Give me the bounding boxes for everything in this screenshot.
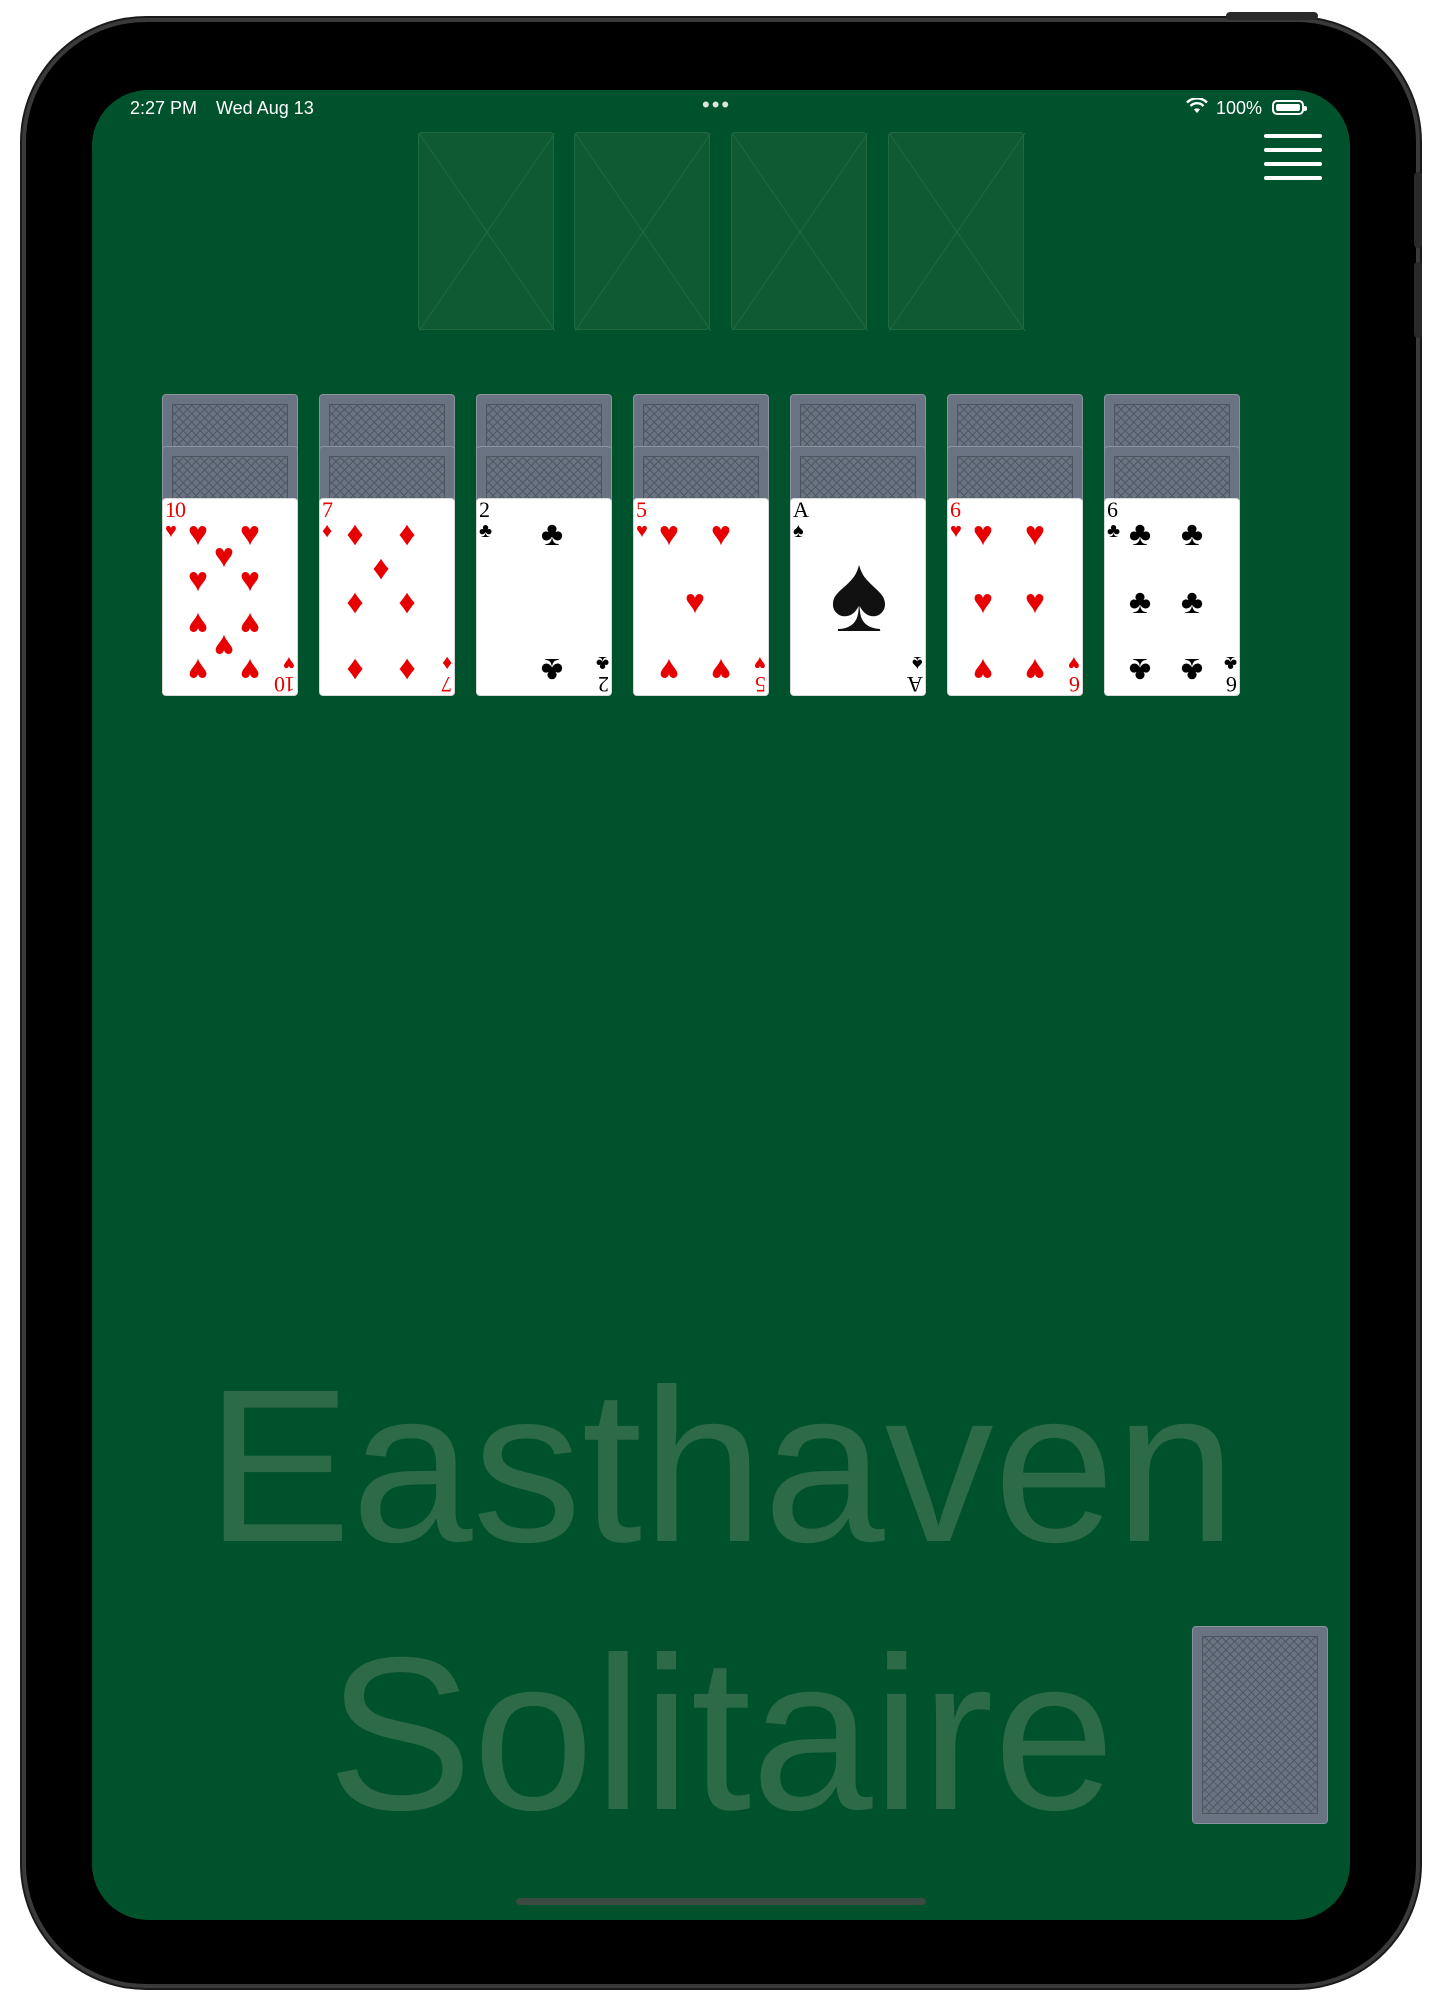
face-up-card[interactable]: 2 ♣ 2 ♣ ♣ ♣	[476, 497, 612, 697]
card-suit-bottom-icon: ♥	[754, 652, 766, 674]
card-pip-icon: ♥	[710, 515, 732, 553]
card-pip-icon: ♥	[972, 583, 994, 621]
card-rank-bottom: 6	[1070, 672, 1080, 697]
card-suit-bottom-icon: ♠	[912, 652, 923, 674]
card-rank-top: A	[793, 497, 809, 522]
card-pip-icon: ♥	[972, 515, 994, 553]
empty-slot-icon	[889, 133, 1025, 331]
card-rank-bottom: A	[908, 672, 923, 697]
card-suit-bottom-icon: ♥	[283, 652, 295, 674]
card-rank-bottom: 7	[442, 672, 452, 697]
card-rank-top: 7	[322, 497, 333, 522]
volume-up-button	[1414, 172, 1422, 248]
multitasking-dots[interactable]: •••	[702, 92, 731, 118]
card-suit-top-icon: ♠	[793, 520, 804, 542]
wifi-icon	[1186, 98, 1208, 113]
game-screen: 2:27 PM Wed Aug 13 ••• 100% 10 ♥ 10 ♥ ♥ ♥ ♥ ♥ ♥ ♥…	[92, 90, 1350, 1920]
card-back-pattern	[1202, 1636, 1318, 1814]
card-pip-icon: ♦	[346, 583, 364, 621]
card-pip-icon: ♥	[1024, 651, 1046, 689]
battery-icon	[1272, 100, 1307, 115]
card-pip-icon: ♥	[1024, 583, 1046, 621]
card-pip-icon: ♥	[1024, 515, 1046, 553]
face-up-card[interactable]: 6 ♥ 6 ♥ ♥ ♥ ♥ ♥ ♥ ♥	[947, 497, 1083, 697]
status-bar: 2:27 PM Wed Aug 13 ••• 100%	[92, 90, 1350, 130]
card-pip-icon: ♣	[1128, 651, 1152, 689]
card-pip-icon: ♣	[540, 515, 564, 553]
card-suit-top-icon: ♣	[1107, 520, 1121, 542]
foundation-slot[interactable]	[888, 132, 1025, 331]
status-date: Wed Aug 13	[216, 98, 314, 118]
status-time: 2:27 PM	[130, 98, 198, 118]
card-pip-icon: ♥	[710, 651, 732, 689]
face-up-card[interactable]: 10 ♥ 10 ♥ ♥ ♥ ♥ ♥ ♥ ♥ ♥ ♥ ♥ ♥	[162, 498, 298, 697]
face-up-card[interactable]: 6 ♣ 6 ♣ ♣ ♣ ♣ ♣ ♣ ♣	[1104, 497, 1240, 697]
card-pip-icon: ♦	[346, 515, 364, 553]
card-rank-top: 2	[479, 497, 490, 522]
watermark-line-1: Easthaven	[205, 1345, 1237, 1588]
card-suit-top-icon: ♥	[950, 520, 962, 542]
face-up-card[interactable]: 7 ♦ 7 ♦ ♦ ♦ ♦ ♦ ♦ ♦ ♦	[319, 497, 455, 697]
card-pip-icon: ♣	[1180, 515, 1204, 553]
card-pip-icon: ♥	[239, 651, 261, 689]
card-pip-icon: ♦	[372, 549, 390, 587]
stock-pile[interactable]	[1192, 1626, 1328, 1824]
card-pip-icon: ♥	[187, 651, 209, 689]
card-suit-bottom-icon: ♦	[441, 652, 452, 674]
card-pip-icon: ♣	[1180, 651, 1204, 689]
card-pip-icon: ♦	[398, 515, 416, 553]
foundation-slot[interactable]	[731, 132, 868, 331]
face-up-card[interactable]: A ♠ A ♠ ♠	[790, 497, 926, 697]
hamburger-menu-icon[interactable]	[1264, 134, 1326, 188]
face-up-card[interactable]: 5 ♥ 5 ♥ ♥ ♥ ♥ ♥ ♥	[633, 497, 769, 697]
empty-slot-icon	[575, 133, 711, 331]
card-suit-top-icon: ♥	[165, 520, 177, 542]
foundation-slot[interactable]	[574, 132, 711, 331]
empty-slot-icon	[419, 133, 555, 331]
watermark-line-2: Solitaire	[327, 1613, 1115, 1856]
card-rank-bottom: 10	[275, 672, 295, 697]
card-pip-icon: ♥	[658, 515, 680, 553]
card-pip-icon: ♥	[972, 651, 994, 689]
card-rank-bottom: 5	[756, 672, 766, 697]
card-pip-icon: ♦	[346, 651, 364, 689]
card-pip-icon: ♣	[1128, 583, 1152, 621]
empty-slot-icon	[732, 133, 868, 331]
card-pip-icon: ♣	[1128, 515, 1152, 553]
card-suit-top-icon: ♣	[479, 520, 493, 542]
card-pip-icon: ♥	[187, 561, 209, 599]
home-indicator[interactable]	[516, 1898, 926, 1905]
volume-down-button	[1414, 262, 1422, 338]
card-pip-icon: ♣	[540, 651, 564, 689]
card-pip-icon: ♦	[398, 651, 416, 689]
card-suit-bottom-icon: ♣	[1223, 652, 1237, 674]
battery-percent: 100%	[1216, 98, 1263, 118]
card-suit-bottom-icon: ♣	[595, 652, 609, 674]
card-pip-icon: ♥	[658, 651, 680, 689]
ace-pip-icon: ♠	[829, 532, 889, 655]
card-rank-bottom: 2	[599, 672, 609, 697]
card-suit-bottom-icon: ♥	[1068, 652, 1080, 674]
foundation-slot[interactable]	[418, 132, 555, 331]
card-suit-top-icon: ♦	[322, 520, 333, 542]
top-button	[1226, 12, 1318, 20]
card-rank-top: 6	[950, 497, 961, 522]
card-pip-icon: ♥	[684, 583, 706, 621]
card-pip-icon: ♣	[1180, 583, 1204, 621]
card-rank-bottom: 6	[1227, 672, 1237, 697]
card-pip-icon: ♦	[398, 583, 416, 621]
card-rank-top: 5	[636, 497, 647, 522]
card-pip-icon: ♥	[239, 561, 261, 599]
card-rank-top: 6	[1107, 497, 1118, 522]
card-suit-top-icon: ♥	[636, 520, 648, 542]
